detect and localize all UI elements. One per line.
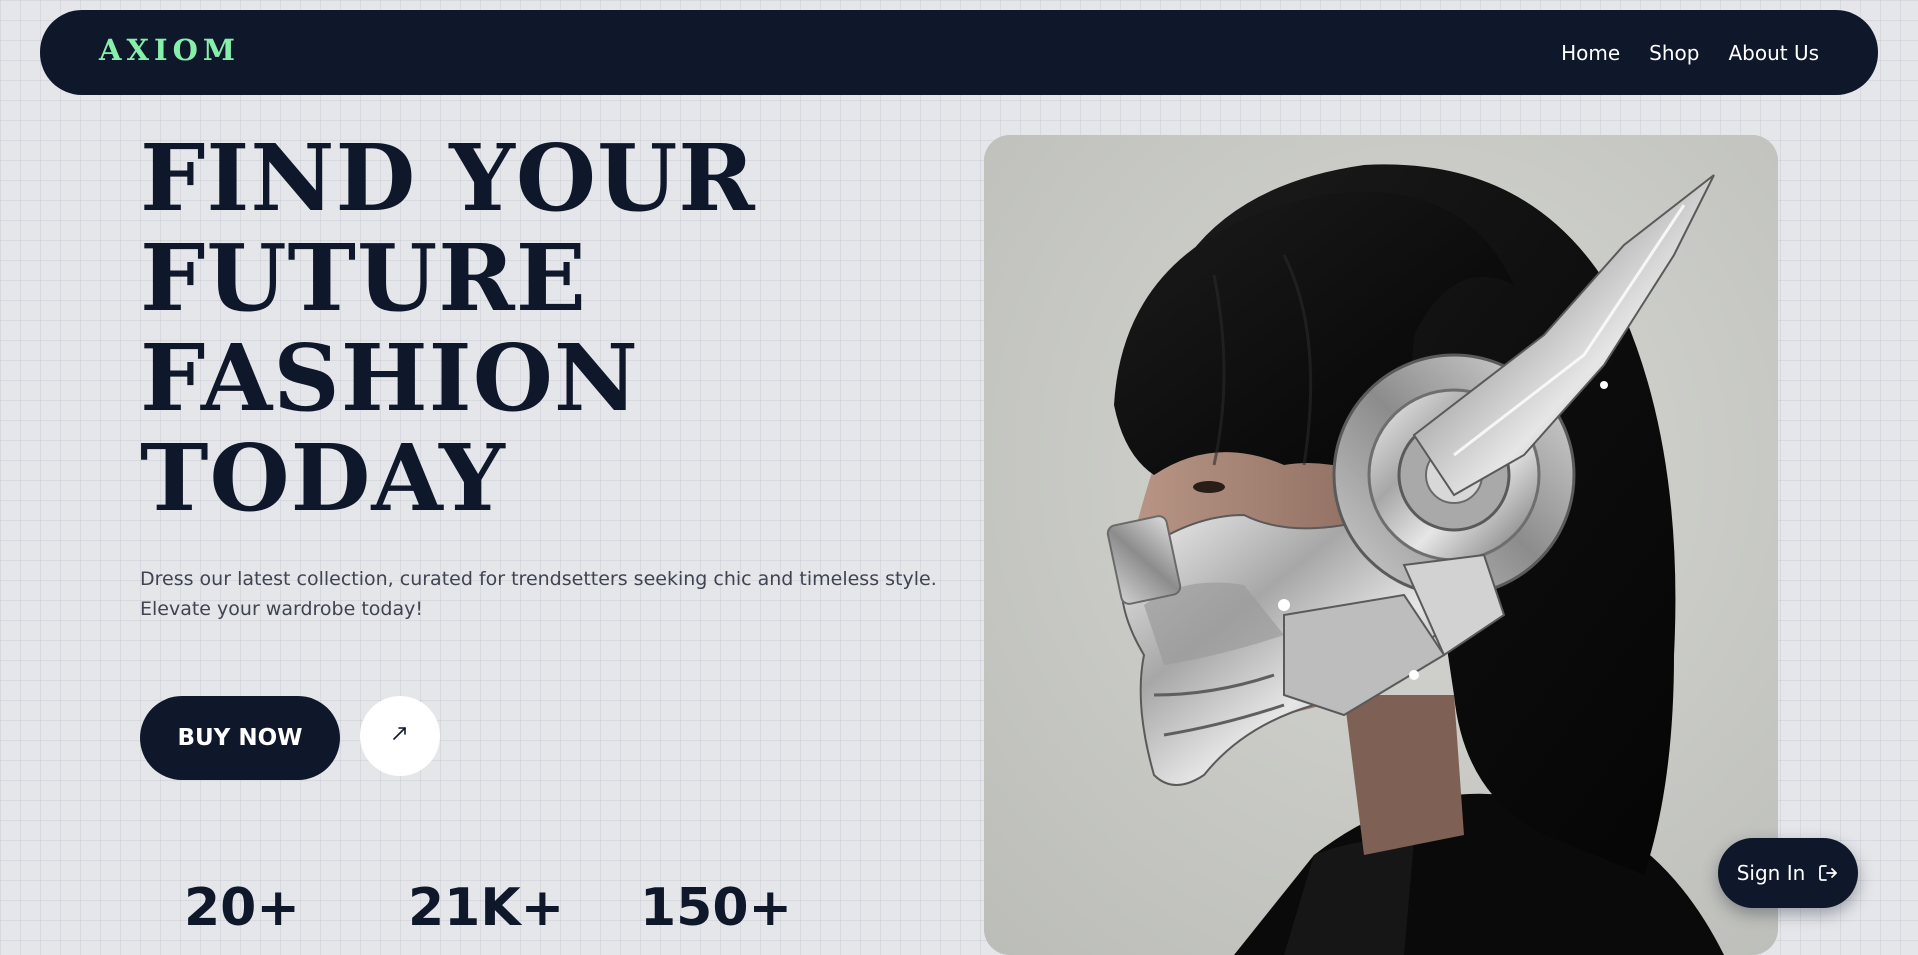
hero-title-line: TODAY <box>140 424 506 532</box>
nav-links: Home Shop About Us <box>1561 10 1819 95</box>
hero-description-line: Elevate your wardrobe today! <box>140 598 423 620</box>
nav-about-us-link[interactable]: About Us <box>1728 43 1819 63</box>
nav-home-link[interactable]: Home <box>1561 43 1620 63</box>
sign-in-label: Sign In <box>1736 861 1806 885</box>
hero-image <box>984 135 1778 955</box>
hero-description: Dress our latest collection, curated for… <box>140 564 940 624</box>
hero-description-line: Dress our latest collection, curated for… <box>140 568 937 590</box>
hero-title: FIND YOUR FUTURE FASHION TODAY <box>140 128 940 528</box>
top-navbar: AXIOM Home Shop About Us <box>40 10 1878 95</box>
buy-now-button[interactable]: BUY NOW <box>140 696 340 780</box>
stat-value: 21K+ <box>408 878 565 938</box>
sign-in-button[interactable]: Sign In <box>1718 838 1858 908</box>
stat-value: 150+ <box>640 878 793 938</box>
hero-title-line: FUTURE <box>140 224 587 332</box>
stat-value: 20+ <box>184 878 300 938</box>
model-with-cyber-mask-photo <box>984 135 1778 955</box>
stats-row: 20+ 21K+ 150+ <box>140 878 900 938</box>
arrow-button[interactable] <box>360 696 440 776</box>
logo[interactable]: AXIOM <box>99 36 240 65</box>
arrow-up-right-icon <box>390 723 410 749</box>
nav-shop-link[interactable]: Shop <box>1649 43 1699 63</box>
sign-in-icon <box>1817 862 1839 884</box>
hero-title-line: FASHION <box>140 324 639 432</box>
hero-title-line: FIND YOUR <box>140 124 756 232</box>
